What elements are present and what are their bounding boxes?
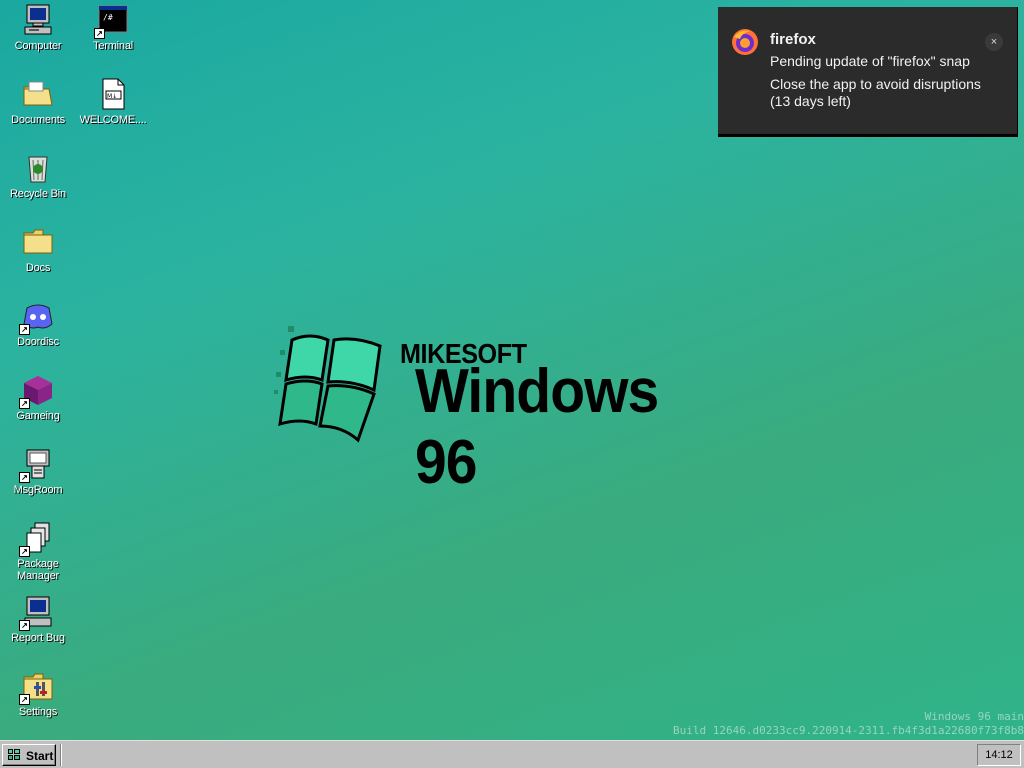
folder-icon — [21, 225, 55, 259]
taskbar: Start 14:12 — [0, 740, 1024, 768]
icon-label: Terminal — [93, 40, 133, 52]
msgroom-icon: ↗ — [19, 447, 55, 483]
computer-icon — [21, 3, 55, 37]
notification-popup[interactable]: firefox Pending update of "firefox" snap… — [718, 7, 1018, 137]
icon-label: Package Manager — [16, 558, 59, 582]
desktop-icon-gameing[interactable]: ↗ Gameing — [0, 373, 76, 422]
windows-96-logo: MIKESOFT Windows 96 — [270, 320, 760, 497]
package-manager-icon: ↗ — [19, 521, 55, 557]
system-clock[interactable]: 14:12 — [977, 744, 1021, 766]
icon-label: MsgRoom — [13, 484, 63, 496]
notification-line-1: Pending update of "firefox" snap — [770, 53, 970, 69]
settings-folder-icon: ↗ — [19, 669, 55, 705]
desktop-icon-documents[interactable]: Documents — [0, 77, 76, 126]
build-line-2: Build 12646.d0233cc9.220914-2311.fb4f3d1… — [673, 724, 1024, 737]
desktop-icon-welcome[interactable]: M↓ WELCOME.... — [75, 77, 151, 126]
terminal-icon: /# ↗ — [94, 3, 130, 39]
windows-flag-icon — [274, 326, 382, 443]
shortcut-arrow-icon: ↗ — [19, 694, 30, 705]
icon-label: Recycle Bin — [10, 188, 66, 200]
start-button[interactable]: Start — [2, 744, 56, 766]
icon-label: Report Bug — [11, 632, 65, 644]
icon-label: Doordisc — [17, 336, 59, 348]
icon-label: WELCOME.... — [79, 114, 147, 126]
firefox-icon — [730, 27, 760, 57]
shortcut-arrow-icon: ↗ — [19, 546, 30, 557]
icon-label: Settings — [18, 706, 58, 718]
build-watermark: Windows 96 main Build 12646.d0233cc9.220… — [673, 710, 1024, 738]
build-line-1: Windows 96 main — [924, 710, 1024, 723]
start-label: Start — [26, 749, 54, 763]
desktop-icon-msgroom[interactable]: ↗ MsgRoom — [0, 447, 76, 496]
icon-label: Gameing — [16, 410, 60, 422]
doordisc-icon: ↗ — [19, 299, 55, 335]
shortcut-arrow-icon: ↗ — [19, 324, 30, 335]
folder-open-icon — [21, 77, 55, 111]
report-bug-icon: ↗ — [19, 595, 55, 631]
markdown-file-icon: M↓ — [96, 77, 130, 111]
desktop-icon-computer[interactable]: Computer — [0, 3, 76, 52]
start-logo-icon — [6, 748, 22, 762]
svg-text:/#: /# — [103, 13, 113, 22]
desktop-icon-settings[interactable]: ↗ Settings — [0, 669, 76, 718]
icon-label: Computer — [14, 40, 62, 52]
shortcut-arrow-icon: ↗ — [94, 28, 105, 39]
notification-line-2: Close the app to avoid disruptions (13 d… — [770, 76, 981, 109]
notification-body: Pending update of "firefox" snap Close t… — [770, 53, 1000, 116]
shortcut-arrow-icon: ↗ — [19, 472, 30, 483]
icon-label: Documents — [11, 114, 65, 126]
notification-close-button[interactable]: × — [985, 33, 1003, 51]
desktop-icon-doordisc[interactable]: ↗ Doordisc — [0, 299, 76, 348]
svg-text:M↓: M↓ — [107, 93, 117, 100]
recycle-bin-icon — [21, 151, 55, 185]
desktop-icon-report-bug[interactable]: ↗ Report Bug — [0, 595, 76, 644]
desktop-icon-docs[interactable]: Docs — [0, 225, 76, 274]
taskbar-separator — [60, 744, 62, 766]
gameing-cube-icon: ↗ — [19, 373, 55, 409]
desktop-icon-package-manager[interactable]: ↗ Package Manager — [0, 521, 76, 582]
notification-title: firefox — [770, 31, 816, 48]
shortcut-arrow-icon: ↗ — [19, 620, 30, 631]
desktop-icon-terminal[interactable]: /# ↗ Terminal — [75, 3, 151, 52]
desktop-icon-recycle-bin[interactable]: Recycle Bin — [0, 151, 76, 200]
logo-brand-main: Windows 96 — [415, 357, 659, 497]
shortcut-arrow-icon: ↗ — [19, 398, 30, 409]
icon-label: Docs — [25, 262, 51, 274]
